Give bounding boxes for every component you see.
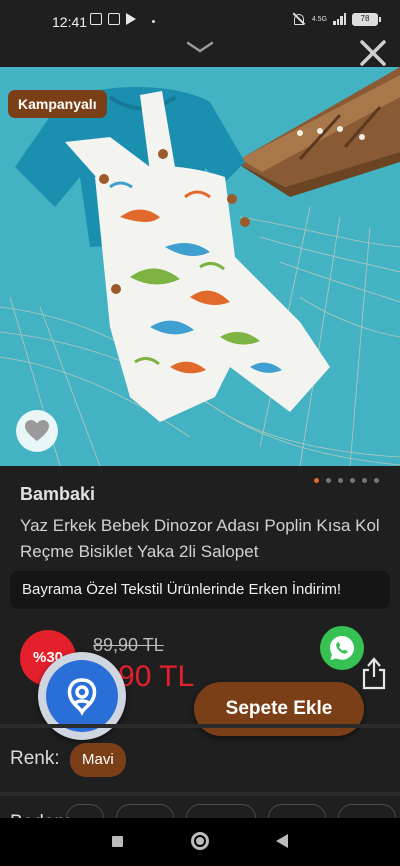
image-icon <box>90 13 102 25</box>
whatsapp-button[interactable] <box>320 626 364 670</box>
color-label: Renk: <box>10 748 60 769</box>
favorite-button[interactable] <box>16 410 58 452</box>
recent-apps-icon[interactable] <box>112 836 123 847</box>
heart-icon <box>25 420 49 441</box>
status-time: 12:41 <box>52 14 88 30</box>
divider <box>0 724 400 728</box>
notification-dot-icon <box>152 20 155 23</box>
carousel-dot[interactable] <box>374 478 379 483</box>
mute-icon <box>292 12 306 26</box>
back-icon[interactable] <box>276 834 288 848</box>
carousel-dot[interactable] <box>338 478 343 483</box>
photo-icon <box>108 13 120 25</box>
product-title: Yaz Erkek Bebek Dinozor Adası Poplin Kıs… <box>20 516 380 561</box>
notification-icons <box>90 13 136 25</box>
carousel-dot[interactable] <box>326 478 331 483</box>
carousel-indicator[interactable] <box>314 478 379 483</box>
product-brand[interactable]: Bambaki <box>20 484 95 505</box>
divider <box>0 792 400 796</box>
product-photo <box>0 67 400 466</box>
carousel-dot[interactable] <box>362 478 367 483</box>
status-bar: 12:41 4.5G 78 <box>0 0 400 44</box>
share-icon[interactable] <box>360 656 388 690</box>
campaign-badge: Kampanyalı <box>8 90 107 118</box>
play-icon <box>126 13 136 25</box>
carousel-dot[interactable] <box>314 478 319 483</box>
carousel-dot[interactable] <box>350 478 355 483</box>
old-price: 89,90 TL <box>93 635 164 655</box>
assistant-logo-icon <box>46 660 118 732</box>
system-icons: 4.5G 78 <box>292 12 381 26</box>
signal-icon <box>333 13 346 25</box>
close-icon[interactable] <box>358 38 388 68</box>
promo-banner[interactable]: Bayrama Özel Tekstil Ürünlerinde Erken İ… <box>10 571 390 609</box>
home-icon[interactable] <box>191 832 209 850</box>
network-type: 4.5G <box>311 15 327 23</box>
battery-icon: 78 <box>352 12 381 26</box>
whatsapp-icon <box>330 636 354 660</box>
chevron-down-icon[interactable] <box>186 40 214 54</box>
color-option-selected[interactable]: Mavi <box>70 743 126 777</box>
product-image[interactable] <box>0 67 400 466</box>
